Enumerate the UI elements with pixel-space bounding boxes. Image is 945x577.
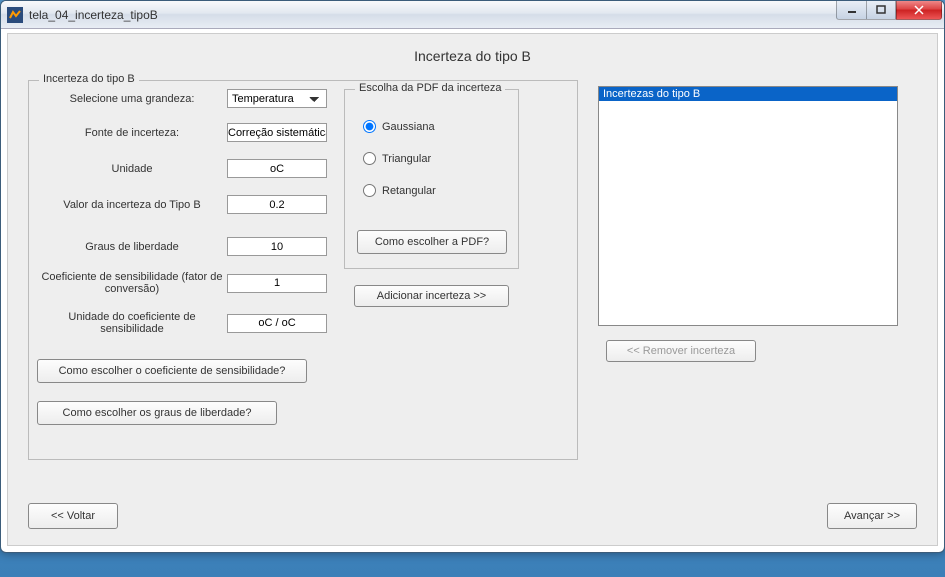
- group-incerteza-legend: Incerteza do tipo B: [39, 73, 139, 85]
- incertezas-list[interactable]: Incertezas do tipo B: [598, 86, 898, 326]
- app-icon: [7, 7, 23, 23]
- help-graus-button[interactable]: Como escolher os graus de liberdade?: [37, 401, 277, 425]
- remove-incerteza-button[interactable]: << Remover incerteza: [606, 340, 756, 362]
- close-button[interactable]: [896, 1, 942, 20]
- radio-triangular-row[interactable]: Triangular: [363, 152, 431, 165]
- radio-retangular-label: Retangular: [382, 185, 436, 197]
- client-area: Incerteza do tipo B Incerteza do tipo B …: [7, 33, 938, 546]
- radio-triangular[interactable]: [363, 152, 376, 165]
- input-unidade[interactable]: [227, 159, 327, 178]
- help-pdf-button[interactable]: Como escolher a PDF?: [357, 230, 507, 254]
- radio-gaussiana[interactable]: [363, 120, 376, 133]
- label-unidade: Unidade: [37, 163, 227, 175]
- input-valor[interactable]: [227, 195, 327, 214]
- minimize-button[interactable]: [836, 1, 866, 20]
- maximize-button[interactable]: [866, 1, 896, 20]
- select-grandeza[interactable]: Temperatura: [227, 89, 327, 108]
- group-pdf: Escolha da PDF da incerteza Gaussiana Tr…: [344, 89, 519, 269]
- group-pdf-legend: Escolha da PDF da incerteza: [355, 82, 505, 94]
- app-window: tela_04_incerteza_tipoB Incerteza do tip…: [0, 0, 945, 553]
- label-fonte: Fonte de incerteza:: [37, 127, 227, 139]
- window-title: tela_04_incerteza_tipoB: [29, 8, 158, 22]
- radio-retangular[interactable]: [363, 184, 376, 197]
- input-graus[interactable]: [227, 237, 327, 256]
- input-coef[interactable]: [227, 274, 327, 293]
- label-coef-unid: Unidade do coeficiente de sensibilidade: [37, 311, 227, 335]
- window-controls: [836, 1, 942, 20]
- titlebar[interactable]: tela_04_incerteza_tipoB: [1, 1, 944, 29]
- add-incerteza-button[interactable]: Adicionar incerteza >>: [354, 285, 509, 307]
- help-coef-button[interactable]: Como escolher o coeficiente de sensibili…: [37, 359, 307, 383]
- radio-gaussiana-label: Gaussiana: [382, 121, 435, 133]
- list-item[interactable]: Incertezas do tipo B: [599, 87, 897, 101]
- radio-triangular-label: Triangular: [382, 153, 431, 165]
- radio-gaussiana-row[interactable]: Gaussiana: [363, 120, 435, 133]
- label-graus: Graus de liberdade: [37, 241, 227, 253]
- page-title: Incerteza do tipo B: [28, 48, 917, 64]
- label-coef: Coeficiente de sensibilidade (fator de c…: [37, 271, 227, 295]
- back-button[interactable]: << Voltar: [28, 503, 118, 529]
- label-grandeza: Selecione uma grandeza:: [37, 93, 227, 105]
- next-button[interactable]: Avançar >>: [827, 503, 917, 529]
- input-coef-unid[interactable]: [227, 314, 327, 333]
- label-valor: Valor da incerteza do Tipo B: [37, 199, 227, 211]
- group-incerteza: Incerteza do tipo B Selecione uma grande…: [28, 80, 578, 460]
- input-fonte[interactable]: [227, 123, 327, 142]
- radio-retangular-row[interactable]: Retangular: [363, 184, 436, 197]
